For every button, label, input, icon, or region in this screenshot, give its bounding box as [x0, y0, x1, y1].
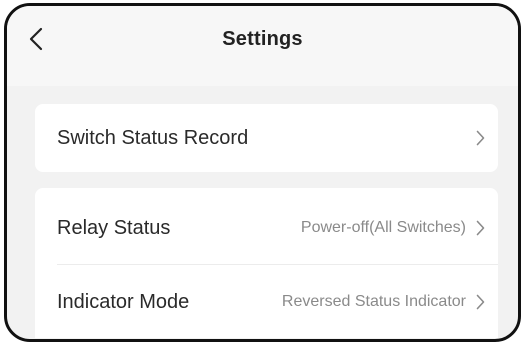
- indicator-mode-value: Reversed Status Indicator: [281, 293, 466, 310]
- chevron-right-icon: [474, 293, 486, 311]
- page-title: Settings: [222, 28, 303, 50]
- relay-status-row[interactable]: Relay Status Power-off(All Switches): [35, 194, 498, 262]
- chevron-right-icon: [474, 129, 486, 147]
- switch-status-record-label: Switch Status Record: [57, 126, 249, 149]
- relay-status-value: Power-off(All Switches): [300, 219, 466, 236]
- switch-status-card: Switch Status Record: [35, 104, 498, 172]
- row-divider: [57, 264, 498, 265]
- chevron-right-icon: [474, 219, 486, 237]
- indicator-mode-label: Indicator Mode: [57, 290, 190, 313]
- header-bar: Settings: [7, 6, 518, 86]
- switch-status-record-row[interactable]: Switch Status Record: [35, 104, 498, 172]
- relay-status-label: Relay Status: [57, 216, 171, 239]
- device-options-card: Relay Status Power-off(All Switches) Ind…: [35, 188, 498, 338]
- device-frame: Settings Switch Status Record Relay Stat…: [4, 3, 521, 342]
- indicator-mode-row[interactable]: Indicator Mode Reversed Status Indicator: [35, 268, 498, 336]
